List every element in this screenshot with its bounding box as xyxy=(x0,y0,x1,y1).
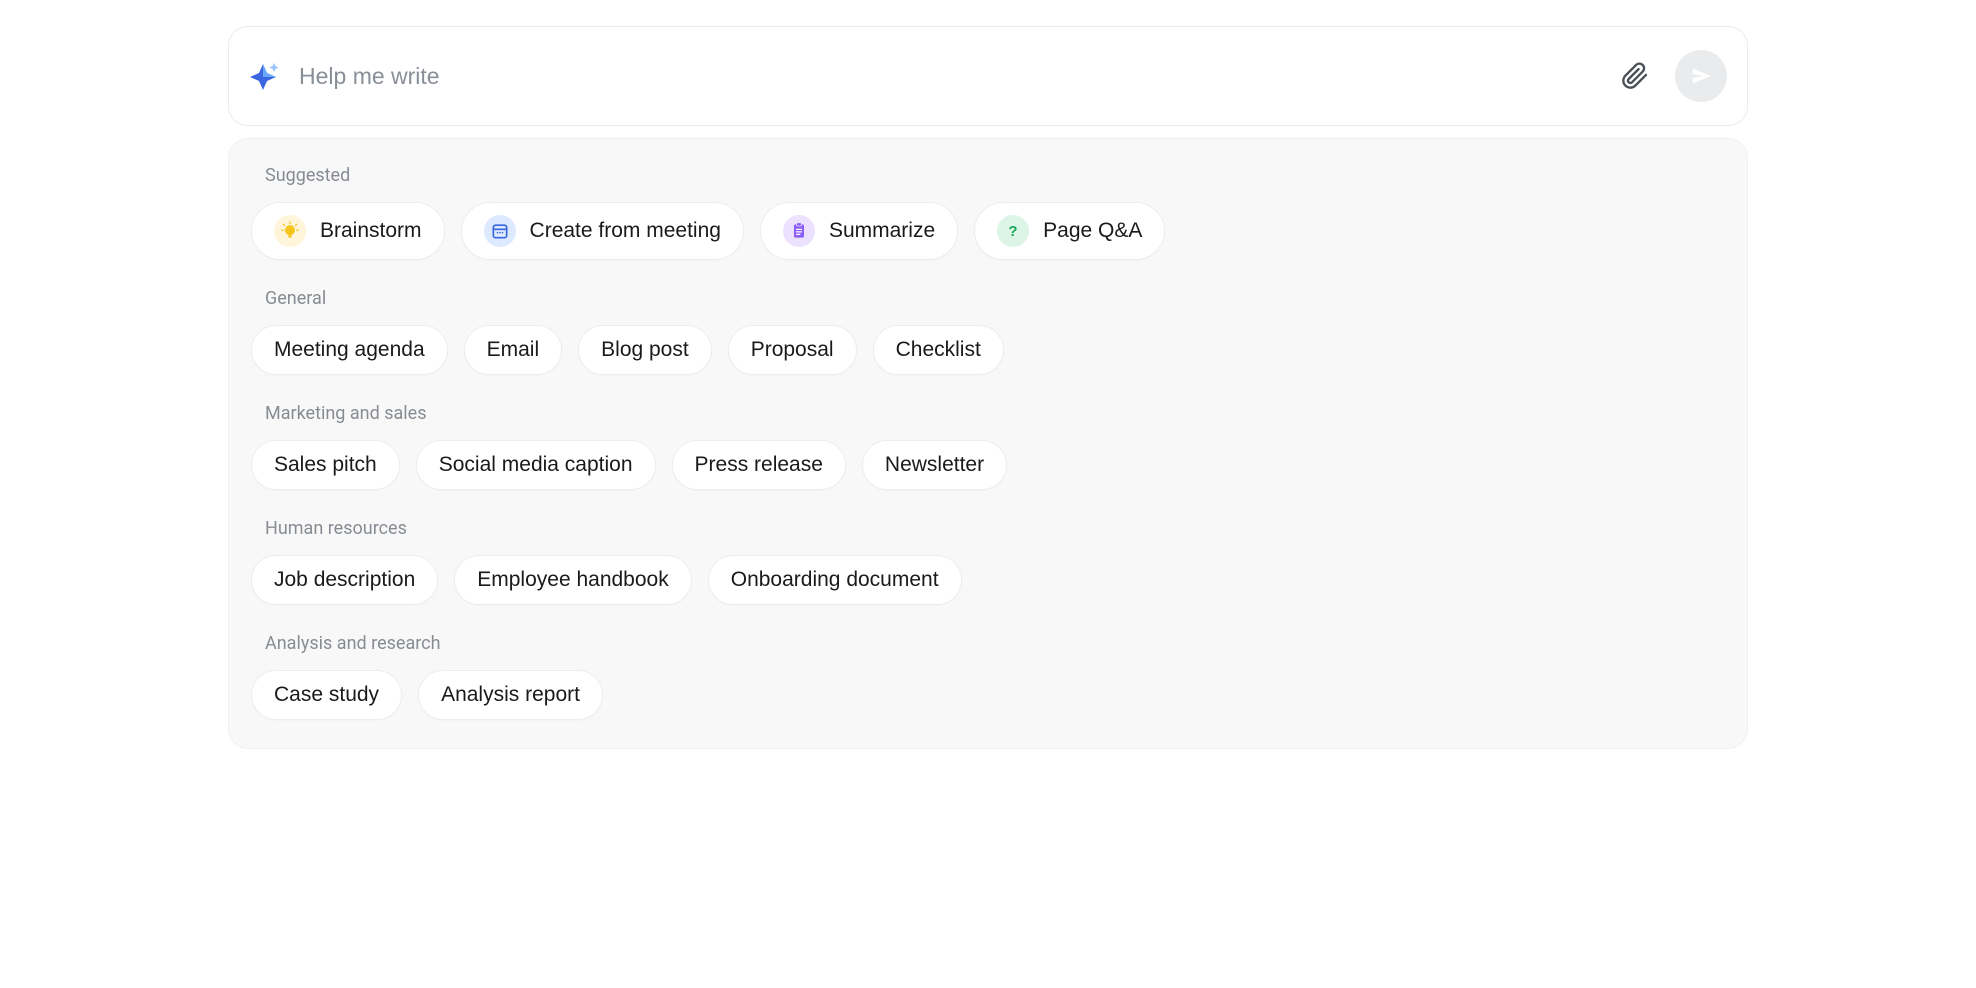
chip-case-study[interactable]: Case study xyxy=(251,670,402,720)
chip-label: Proposal xyxy=(751,338,834,362)
chip-brainstorm[interactable]: Brainstorm xyxy=(251,202,445,260)
chip-label: Email xyxy=(487,338,540,362)
chip-label: Page Q&A xyxy=(1043,219,1142,243)
chip-label: Press release xyxy=(695,453,823,477)
attachment-icon[interactable] xyxy=(1621,62,1649,90)
ai-sparkle-icon xyxy=(249,60,281,92)
chip-press-release[interactable]: Press release xyxy=(672,440,846,490)
chip-checklist[interactable]: Checklist xyxy=(873,325,1004,375)
svg-text:?: ? xyxy=(1009,223,1018,240)
chip-label: Brainstorm xyxy=(320,219,422,243)
chips-suggested: Brainstorm Create from meeting xyxy=(251,202,1725,260)
chip-label: Meeting agenda xyxy=(274,338,425,362)
chip-label: Create from meeting xyxy=(530,219,721,243)
chip-job-description[interactable]: Job description xyxy=(251,555,438,605)
chip-label: Onboarding document xyxy=(731,568,939,592)
section-general: General Meeting agenda Email Blog post P… xyxy=(251,288,1725,375)
lightbulb-icon xyxy=(274,215,306,247)
section-hr: Human resources Job description Employee… xyxy=(251,518,1725,605)
chip-label: Blog post xyxy=(601,338,689,362)
chip-label: Social media caption xyxy=(439,453,633,477)
chip-blog-post[interactable]: Blog post xyxy=(578,325,712,375)
section-suggested: Suggested Brainstorm xyxy=(251,165,1725,260)
section-analysis: Analysis and research Case study Analysi… xyxy=(251,633,1725,720)
chip-label: Sales pitch xyxy=(274,453,377,477)
chips-general: Meeting agenda Email Blog post Proposal … xyxy=(251,325,1725,375)
prompt-input-bar xyxy=(228,26,1748,126)
chip-newsletter[interactable]: Newsletter xyxy=(862,440,1007,490)
question-icon: ? xyxy=(997,215,1029,247)
chip-label: Case study xyxy=(274,683,379,707)
calendar-icon xyxy=(484,215,516,247)
chip-label: Analysis report xyxy=(441,683,580,707)
chip-label: Checklist xyxy=(896,338,981,362)
clipboard-icon xyxy=(783,215,815,247)
section-title-hr: Human resources xyxy=(251,518,1725,539)
chip-label: Newsletter xyxy=(885,453,984,477)
chip-summarize[interactable]: Summarize xyxy=(760,202,958,260)
chip-employee-handbook[interactable]: Employee handbook xyxy=(454,555,691,605)
chips-analysis: Case study Analysis report xyxy=(251,670,1725,720)
section-title-general: General xyxy=(251,288,1725,309)
chips-hr: Job description Employee handbook Onboar… xyxy=(251,555,1725,605)
chip-create-from-meeting[interactable]: Create from meeting xyxy=(461,202,744,260)
suggestions-panel: Suggested Brainstorm xyxy=(228,138,1748,749)
prompt-input[interactable] xyxy=(299,63,1603,90)
chip-label: Employee handbook xyxy=(477,568,668,592)
chip-sales-pitch[interactable]: Sales pitch xyxy=(251,440,400,490)
chip-proposal[interactable]: Proposal xyxy=(728,325,857,375)
chip-social-media-caption[interactable]: Social media caption xyxy=(416,440,656,490)
chip-analysis-report[interactable]: Analysis report xyxy=(418,670,603,720)
chips-marketing: Sales pitch Social media caption Press r… xyxy=(251,440,1725,490)
section-title-suggested: Suggested xyxy=(251,165,1725,186)
chip-label: Summarize xyxy=(829,219,935,243)
chip-label: Job description xyxy=(274,568,415,592)
chip-email[interactable]: Email xyxy=(464,325,563,375)
section-title-analysis: Analysis and research xyxy=(251,633,1725,654)
chip-page-qa[interactable]: ? Page Q&A xyxy=(974,202,1165,260)
section-title-marketing: Marketing and sales xyxy=(251,403,1725,424)
section-marketing: Marketing and sales Sales pitch Social m… xyxy=(251,403,1725,490)
send-button[interactable] xyxy=(1675,50,1727,102)
chip-onboarding-document[interactable]: Onboarding document xyxy=(708,555,962,605)
chip-meeting-agenda[interactable]: Meeting agenda xyxy=(251,325,448,375)
